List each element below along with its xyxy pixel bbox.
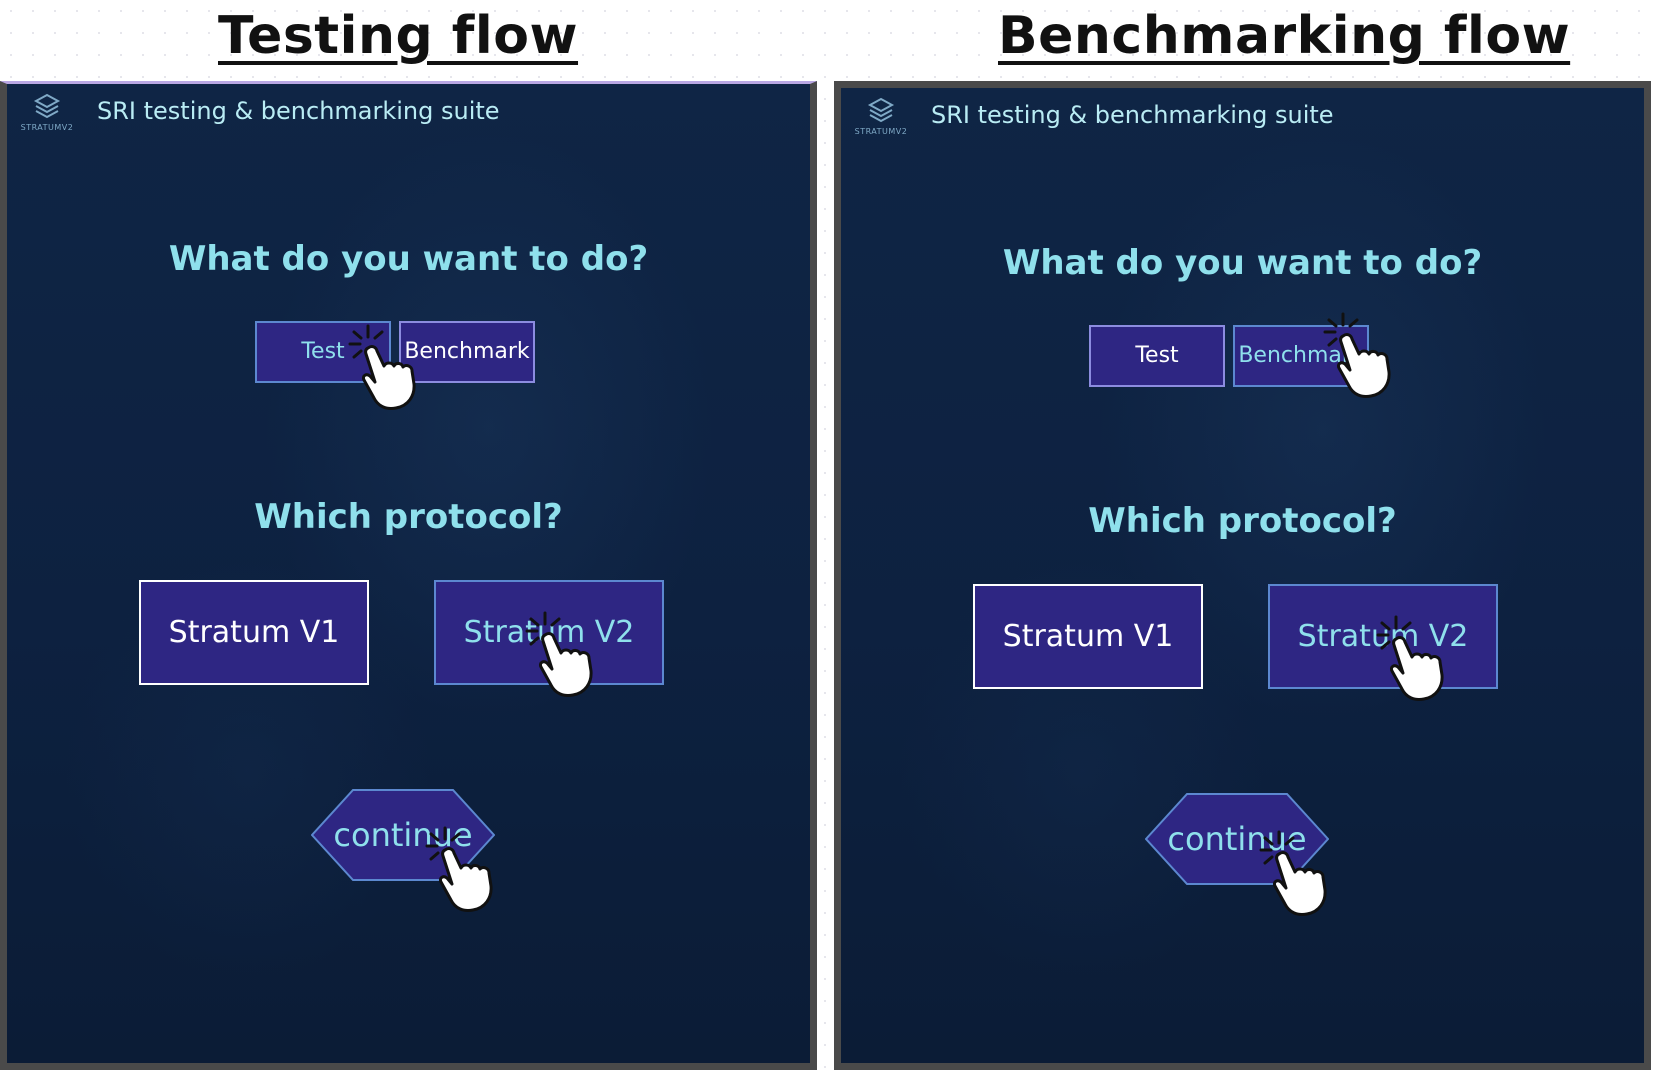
click-hand-icon bbox=[1370, 615, 1460, 705]
benchmarking-flow-screen: STRATUMV2 SRI testing & benchmarking sui… bbox=[834, 81, 1651, 1070]
click-hand-icon bbox=[419, 826, 509, 916]
action-question: What do you want to do? bbox=[168, 239, 649, 279]
logo-text: STRATUMV2 bbox=[854, 127, 908, 136]
protocol-question: Which protocol? bbox=[1088, 501, 1397, 541]
stratum-v1-button[interactable]: Stratum V1 bbox=[973, 584, 1203, 689]
click-hand-icon bbox=[342, 324, 432, 414]
stratum-logo: STRATUMV2 bbox=[853, 96, 909, 140]
stratum-logo-icon bbox=[33, 93, 61, 119]
test-button[interactable]: Test bbox=[1089, 325, 1225, 387]
testing-flow-screen: STRATUMV2 SRI testing & benchmarking sui… bbox=[0, 81, 817, 1070]
click-hand-icon bbox=[1317, 312, 1407, 402]
click-hand-icon bbox=[1253, 830, 1343, 920]
logo-text: STRATUMV2 bbox=[20, 123, 74, 132]
app-title: SRI testing & benchmarking suite bbox=[97, 97, 500, 125]
click-hand-icon bbox=[519, 611, 609, 701]
protocol-question: Which protocol? bbox=[254, 497, 563, 537]
stratum-logo: STRATUMV2 bbox=[19, 92, 75, 136]
benchmarking-flow-heading: Benchmarking flow bbox=[998, 6, 1571, 66]
action-question: What do you want to do? bbox=[1002, 243, 1483, 283]
app-title: SRI testing & benchmarking suite bbox=[931, 101, 1334, 129]
stratum-v1-button[interactable]: Stratum V1 bbox=[139, 580, 369, 685]
testing-flow-heading: Testing flow bbox=[218, 6, 579, 66]
stratum-logo-icon bbox=[867, 97, 895, 123]
